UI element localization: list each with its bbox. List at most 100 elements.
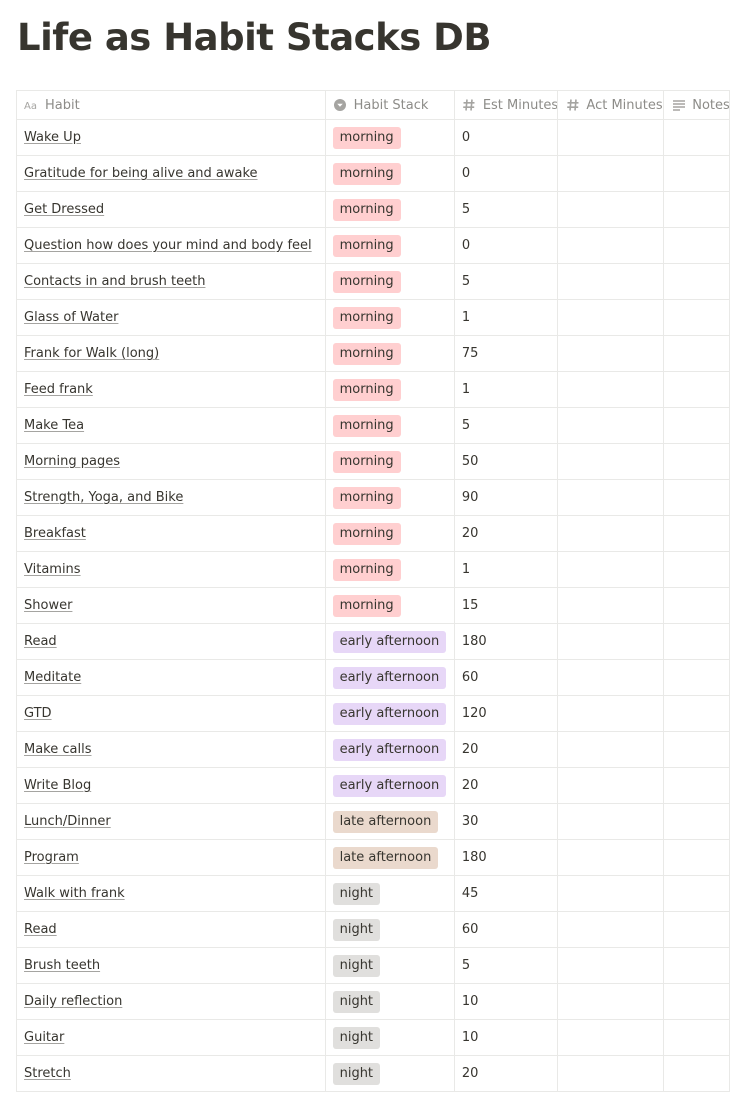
- habit-stack-cell[interactable]: early afternoon: [324, 659, 455, 696]
- notes-cell[interactable]: [663, 407, 730, 444]
- notes-cell[interactable]: [663, 875, 730, 912]
- notes-cell[interactable]: [663, 803, 730, 840]
- notes-cell[interactable]: [663, 911, 730, 948]
- habit-stack-cell[interactable]: morning: [324, 371, 455, 408]
- table-row[interactable]: GTD early afternoon 120: [16, 695, 730, 732]
- table-row[interactable]: Daily reflection night 10: [16, 983, 730, 1020]
- notes-cell[interactable]: [663, 479, 730, 516]
- habit-stack-cell[interactable]: morning: [324, 587, 455, 624]
- est-minutes-cell[interactable]: 10: [453, 1019, 559, 1056]
- act-minutes-cell[interactable]: [557, 659, 665, 696]
- notes-cell[interactable]: [663, 659, 730, 696]
- table-row[interactable]: Write Blog early afternoon 20: [16, 767, 730, 804]
- notes-cell[interactable]: [663, 443, 730, 480]
- habit-link[interactable]: Meditate: [24, 670, 81, 685]
- habit-stack-cell[interactable]: morning: [324, 155, 455, 192]
- act-minutes-cell[interactable]: [557, 263, 665, 300]
- habit-link[interactable]: Walk with frank: [24, 886, 125, 901]
- habit-cell[interactable]: Program: [16, 839, 326, 876]
- habit-stack-cell[interactable]: night: [324, 983, 455, 1020]
- habit-link[interactable]: Vitamins: [24, 562, 81, 577]
- act-minutes-cell[interactable]: [557, 551, 665, 588]
- table-row[interactable]: Meditate early afternoon 60: [16, 659, 730, 696]
- notes-cell[interactable]: [663, 623, 730, 660]
- habit-link[interactable]: Breakfast: [24, 526, 86, 541]
- habit-link[interactable]: Shower: [24, 598, 72, 613]
- habit-stack-cell[interactable]: morning: [324, 299, 455, 336]
- habit-link[interactable]: Glass of Water: [24, 310, 118, 325]
- habit-link[interactable]: Program: [24, 850, 79, 865]
- habit-stack-cell[interactable]: night: [324, 875, 455, 912]
- table-row[interactable]: Read night 60: [16, 911, 730, 948]
- habit-stack-cell[interactable]: night: [324, 1055, 455, 1092]
- act-minutes-cell[interactable]: [557, 623, 665, 660]
- notes-cell[interactable]: [663, 119, 730, 156]
- est-minutes-cell[interactable]: 180: [453, 839, 559, 876]
- act-minutes-cell[interactable]: [557, 803, 665, 840]
- habit-stack-cell[interactable]: late afternoon: [324, 839, 455, 876]
- notes-cell[interactable]: [663, 551, 730, 588]
- est-minutes-cell[interactable]: 10: [453, 983, 559, 1020]
- est-minutes-cell[interactable]: 30: [453, 803, 559, 840]
- table-row[interactable]: Glass of Water morning 1: [16, 299, 730, 336]
- habit-link[interactable]: Daily reflection: [24, 994, 122, 1009]
- habit-cell[interactable]: Make Tea: [16, 407, 326, 444]
- habit-stack-cell[interactable]: morning: [324, 119, 455, 156]
- habit-link[interactable]: Brush teeth: [24, 958, 100, 973]
- notes-cell[interactable]: [663, 191, 730, 228]
- act-minutes-cell[interactable]: [557, 371, 665, 408]
- act-minutes-cell[interactable]: [557, 587, 665, 624]
- habit-cell[interactable]: Get Dressed: [16, 191, 326, 228]
- notes-cell[interactable]: [663, 1019, 730, 1056]
- est-minutes-cell[interactable]: 120: [453, 695, 559, 732]
- habit-cell[interactable]: Daily reflection: [16, 983, 326, 1020]
- est-minutes-cell[interactable]: 20: [453, 731, 559, 768]
- est-minutes-cell[interactable]: 1: [453, 299, 559, 336]
- habit-cell[interactable]: Stretch: [16, 1055, 326, 1092]
- column-header-est-minutes[interactable]: Est Minutes: [453, 90, 559, 120]
- table-row[interactable]: Question how does your mind and body fee…: [16, 227, 730, 264]
- habit-link[interactable]: Stretch: [24, 1066, 71, 1081]
- habit-stack-cell[interactable]: morning: [324, 263, 455, 300]
- habit-stack-cell[interactable]: late afternoon: [324, 803, 455, 840]
- table-row[interactable]: Morning pages morning 50: [16, 443, 730, 480]
- habit-link[interactable]: GTD: [24, 706, 52, 721]
- habit-stack-cell[interactable]: morning: [324, 407, 455, 444]
- habit-cell[interactable]: Morning pages: [16, 443, 326, 480]
- habit-link[interactable]: Read: [24, 634, 57, 649]
- act-minutes-cell[interactable]: [557, 1019, 665, 1056]
- act-minutes-cell[interactable]: [557, 155, 665, 192]
- habit-stack-cell[interactable]: morning: [324, 191, 455, 228]
- table-row[interactable]: Vitamins morning 1: [16, 551, 730, 588]
- est-minutes-cell[interactable]: 60: [453, 911, 559, 948]
- act-minutes-cell[interactable]: [557, 515, 665, 552]
- habit-link[interactable]: Feed frank: [24, 382, 93, 397]
- habit-link[interactable]: Frank for Walk (long): [24, 346, 159, 361]
- table-row[interactable]: Shower morning 15: [16, 587, 730, 624]
- est-minutes-cell[interactable]: 20: [453, 1055, 559, 1092]
- table-row[interactable]: Read early afternoon 180: [16, 623, 730, 660]
- habit-stack-cell[interactable]: early afternoon: [324, 695, 455, 732]
- habit-cell[interactable]: Question how does your mind and body fee…: [16, 227, 326, 264]
- habit-cell[interactable]: Meditate: [16, 659, 326, 696]
- act-minutes-cell[interactable]: [557, 119, 665, 156]
- habit-link[interactable]: Contacts in and brush teeth: [24, 274, 205, 289]
- column-header-habit[interactable]: Aa Habit: [16, 90, 326, 120]
- notes-cell[interactable]: [663, 263, 730, 300]
- habit-cell[interactable]: Read: [16, 623, 326, 660]
- est-minutes-cell[interactable]: 1: [453, 371, 559, 408]
- habit-cell[interactable]: Lunch/Dinner: [16, 803, 326, 840]
- habit-stack-cell[interactable]: early afternoon: [324, 623, 455, 660]
- est-minutes-cell[interactable]: 5: [453, 191, 559, 228]
- habit-cell[interactable]: Gratitude for being alive and awake: [16, 155, 326, 192]
- habit-link[interactable]: Make calls: [24, 742, 92, 757]
- habit-link[interactable]: Write Blog: [24, 778, 91, 793]
- table-row[interactable]: Walk with frank night 45: [16, 875, 730, 912]
- habit-stack-cell[interactable]: early afternoon: [324, 767, 455, 804]
- est-minutes-cell[interactable]: 5: [453, 947, 559, 984]
- notes-cell[interactable]: [663, 695, 730, 732]
- est-minutes-cell[interactable]: 0: [453, 227, 559, 264]
- est-minutes-cell[interactable]: 90: [453, 479, 559, 516]
- est-minutes-cell[interactable]: 60: [453, 659, 559, 696]
- habit-cell[interactable]: Breakfast: [16, 515, 326, 552]
